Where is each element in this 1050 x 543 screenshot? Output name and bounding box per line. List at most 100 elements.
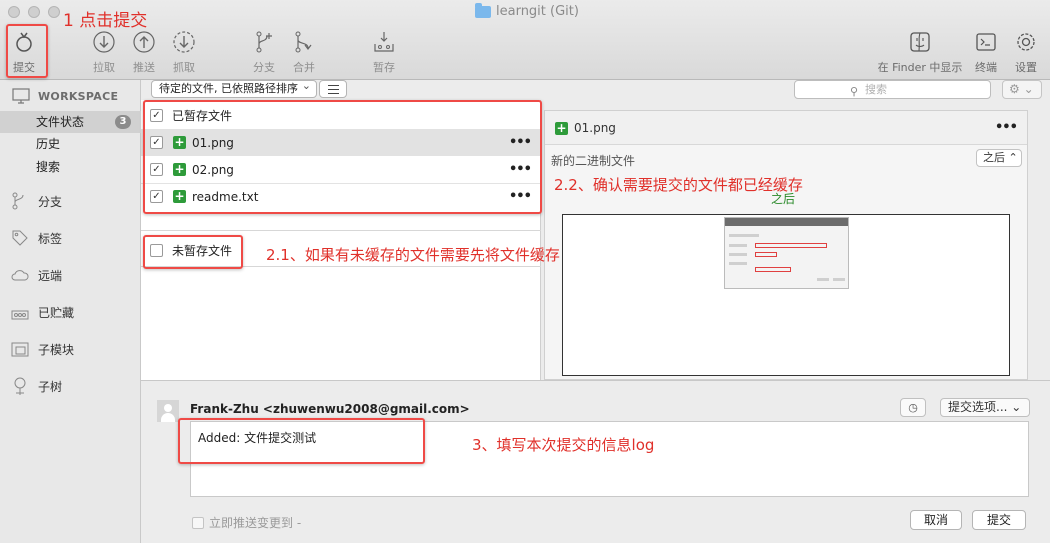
pull-icon xyxy=(93,31,115,53)
list-icon xyxy=(328,93,339,94)
monitor-icon xyxy=(12,88,30,104)
workspace-header: WORKSPACE xyxy=(12,88,118,104)
thumbnail-line xyxy=(729,234,759,237)
sidebar-item-label: 历史 xyxy=(36,137,61,151)
commit-button-highlight xyxy=(6,24,48,78)
sidebar-item-search[interactable]: 搜索 xyxy=(0,156,141,178)
thumbnail-line xyxy=(833,278,845,281)
submodule-icon xyxy=(11,342,29,357)
sidebar-item-file-status[interactable]: 文件状态 3 xyxy=(0,111,141,133)
sidebar-item-label: 搜索 xyxy=(36,160,61,174)
annotation-step-3: 3、填写本次提交的信息log xyxy=(472,436,655,454)
show-in-finder-label: 在 Finder 中显示 xyxy=(877,61,963,74)
sidebar-item-remotes[interactable]: 远端 xyxy=(10,265,62,285)
preview-file-name: 01.png xyxy=(574,121,616,135)
list-view-button[interactable] xyxy=(319,80,347,98)
thumbnail-line xyxy=(817,278,829,281)
finder-icon xyxy=(910,32,930,52)
sidebar-item-subtrees[interactable]: 子树 xyxy=(10,376,62,396)
push-immediately-label: 立即推送变更到 - xyxy=(209,516,302,530)
image-preview xyxy=(562,214,1010,376)
fetch-label: 抓取 xyxy=(173,61,195,74)
push-immediately-option[interactable]: 立即推送变更到 - xyxy=(192,514,301,531)
sort-select[interactable]: 待定的文件, 已依照路径排序 xyxy=(151,78,317,98)
thumbnail-highlight xyxy=(755,267,791,272)
fetch-toolbar-button[interactable]: 抓取 xyxy=(162,30,206,75)
search-placeholder: 搜索 xyxy=(865,83,887,96)
version-select[interactable]: 之后 ⌃ xyxy=(976,149,1022,167)
thumbnail-line xyxy=(729,244,747,247)
preview-subtitle: 新的二进制文件 xyxy=(551,154,636,168)
clock-icon: ◷ xyxy=(908,401,918,414)
sidebar-item-label: 已贮藏 xyxy=(38,305,75,320)
push-immediately-checkbox[interactable] xyxy=(192,516,204,529)
pull-toolbar-button[interactable]: 拉取 xyxy=(82,30,126,75)
gear-icon xyxy=(1017,33,1035,51)
close-window-button[interactable] xyxy=(8,6,20,18)
sidebar-item-stashes[interactable]: 已贮藏 xyxy=(10,302,74,322)
settings-button[interactable]: 设置 xyxy=(1004,30,1048,75)
minimize-window-button[interactable] xyxy=(28,6,40,18)
stash-label: 暂存 xyxy=(373,61,395,74)
submit-commit-button[interactable]: 提交 xyxy=(972,510,1026,530)
pull-label: 拉取 xyxy=(93,61,115,74)
more-options-icon[interactable]: ••• xyxy=(995,120,1018,135)
commit-date-button[interactable]: ◷ xyxy=(900,398,926,417)
show-in-finder-button[interactable]: 在 Finder 中显示 xyxy=(876,30,964,75)
filter-bar: 待定的文件, 已依照路径排序 ⚲ 搜索 ⚙ ⌄ xyxy=(141,78,1050,100)
staged-files-highlight xyxy=(143,100,542,214)
merge-icon xyxy=(295,31,312,53)
sidebar-item-label: 远端 xyxy=(38,268,63,283)
window-title: learngit (Git) xyxy=(475,2,579,19)
stash-toolbar-button[interactable]: 暂存 xyxy=(362,30,406,75)
cancel-button[interactable]: 取消 xyxy=(910,510,962,530)
commit-message-highlight xyxy=(178,418,425,464)
branch-label: 分支 xyxy=(253,61,275,74)
window-title-text: learngit (Git) xyxy=(496,4,579,19)
terminal-button[interactable]: 终端 xyxy=(964,30,1008,75)
subtree-icon xyxy=(14,377,26,395)
folder-icon xyxy=(475,2,491,18)
list-icon xyxy=(328,85,339,86)
search-input[interactable]: ⚲ 搜索 xyxy=(794,80,991,99)
branch-icon xyxy=(12,192,24,210)
cloud-icon xyxy=(11,270,29,281)
section-divider xyxy=(141,230,541,231)
branch-toolbar-button[interactable]: 分支 xyxy=(242,30,286,75)
terminal-label: 终端 xyxy=(975,61,997,74)
sidebar-item-history[interactable]: 历史 xyxy=(0,133,141,155)
fetch-icon xyxy=(173,31,195,53)
push-toolbar-button[interactable]: 推送 xyxy=(122,30,166,75)
gear-icon: ⚙ ⌄ xyxy=(1009,82,1034,96)
workspace-label: WORKSPACE xyxy=(38,89,119,103)
thumbnail-line xyxy=(729,253,747,256)
sidebar: WORKSPACE 文件状态 3 历史 搜索 分支 标签 远端 已贮藏 子模块 … xyxy=(0,80,141,543)
stash-icon xyxy=(374,32,394,52)
thumbnail-line xyxy=(729,262,747,265)
list-icon xyxy=(328,89,339,90)
sidebar-item-tags[interactable]: 标签 xyxy=(10,228,62,248)
search-icon: ⚲ xyxy=(850,85,859,98)
commit-author: Frank-Zhu <zhuwenwu2008@gmail.com> xyxy=(190,402,470,416)
branch-icon xyxy=(256,31,272,53)
zoom-window-button[interactable] xyxy=(48,6,60,18)
push-icon xyxy=(133,31,155,53)
avatar xyxy=(157,400,179,422)
version-select-value: 之后 xyxy=(983,151,1005,164)
filter-options-button[interactable]: ⚙ ⌄ xyxy=(1002,80,1042,99)
diff-preview-pane: + 01.png ••• 新的二进制文件 之后 ⌃ 之后 xyxy=(544,110,1028,380)
commit-options-label: 提交选项... xyxy=(948,400,1008,414)
tag-icon xyxy=(12,230,28,246)
stash-icon xyxy=(11,310,29,320)
commit-options-button[interactable]: 提交选项... ⌄ xyxy=(940,398,1030,417)
sidebar-item-label: 子模块 xyxy=(38,342,75,357)
thumbnail-titlebar xyxy=(725,218,848,226)
sidebar-item-branches[interactable]: 分支 xyxy=(10,191,62,211)
settings-label: 设置 xyxy=(1015,61,1037,74)
sidebar-item-submodules[interactable]: 子模块 xyxy=(10,339,74,359)
sidebar-item-label: 标签 xyxy=(38,231,63,246)
file-status-count-badge: 3 xyxy=(115,115,131,129)
sidebar-item-label: 分支 xyxy=(38,194,63,209)
merge-toolbar-button[interactable]: 合并 xyxy=(282,30,326,75)
annotation-step-2-1: 2.1、如果有未缓存的文件需要先将文件缓存 xyxy=(266,246,560,264)
